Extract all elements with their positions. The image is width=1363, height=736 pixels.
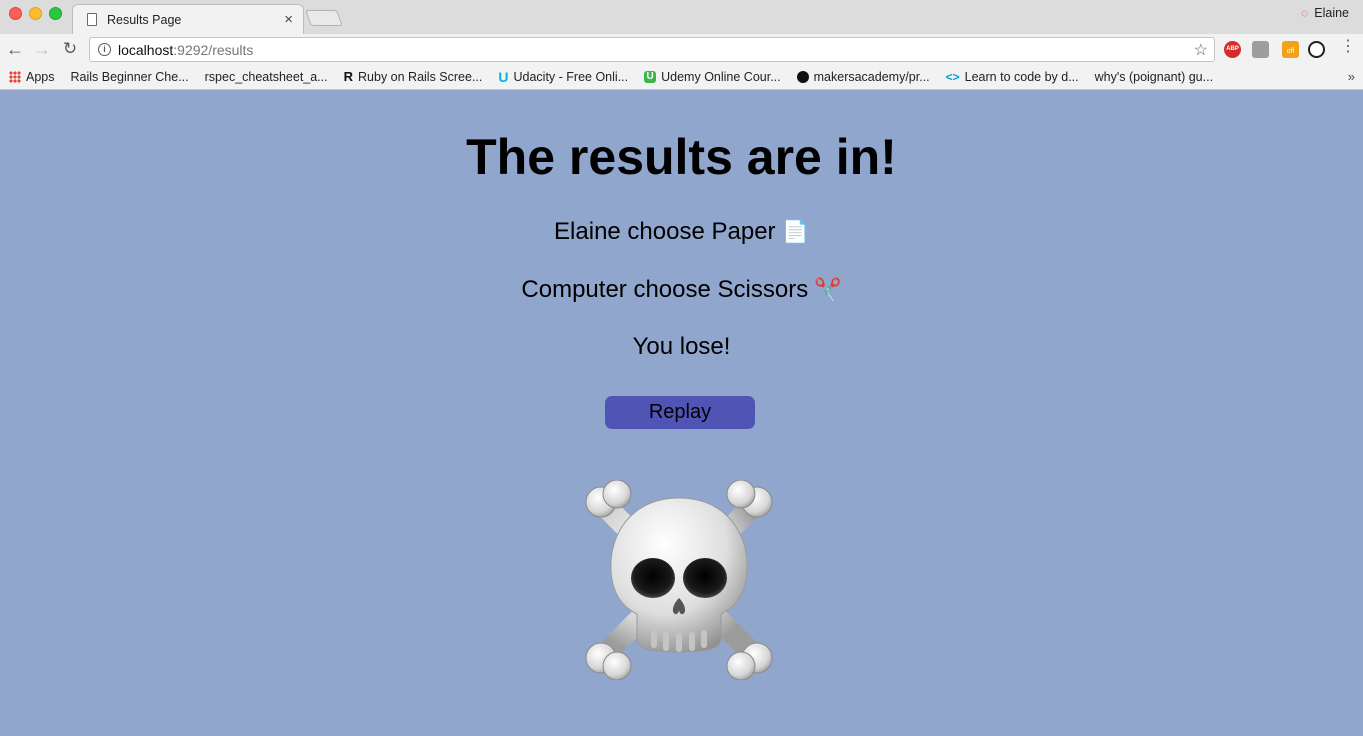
computer-choice: Computer choose Scissors ✂️ bbox=[0, 276, 1363, 304]
bookmark-label: Learn to code by d... bbox=[964, 70, 1079, 84]
page-icon bbox=[87, 13, 97, 26]
github-icon bbox=[796, 71, 809, 83]
sync-error-icon: ◌ bbox=[1301, 6, 1309, 20]
profile-name: Elaine bbox=[1314, 6, 1349, 20]
bookmark-label: Apps bbox=[26, 70, 55, 84]
game-outcome: You lose! bbox=[632, 333, 731, 360]
bookmark-ruby-on-rails[interactable]: R Ruby on Rails Scree... bbox=[344, 70, 483, 84]
adblock-plus-icon[interactable]: ABP bbox=[1224, 41, 1241, 58]
bookmark-label: rspec_cheatsheet_a... bbox=[204, 70, 328, 84]
bookmark-label: Rails Beginner Che... bbox=[70, 70, 189, 84]
replay-button[interactable]: Replay bbox=[605, 396, 755, 429]
url-host: localhost bbox=[118, 41, 174, 58]
bookmark-udacity[interactable]: U Udacity - Free Onli... bbox=[498, 70, 628, 84]
reload-icon[interactable]: ↻ bbox=[59, 38, 81, 60]
url-path: :9292/results bbox=[173, 41, 254, 58]
forward-arrow-icon[interactable]: → bbox=[31, 38, 53, 60]
paper-icon: 📄 bbox=[781, 219, 809, 244]
bookmark-label: Ruby on Rails Scree... bbox=[358, 70, 483, 84]
apps-grid-icon bbox=[9, 71, 21, 83]
computer-choice-text: Computer choose Scissors bbox=[521, 276, 809, 303]
bookmark-label: Udacity - Free Onli... bbox=[513, 70, 629, 84]
extension-icon[interactable] bbox=[1252, 41, 1269, 58]
tab-title: Results Page bbox=[107, 12, 182, 27]
tab-close-icon[interactable]: × bbox=[284, 12, 293, 27]
bookmark-udemy[interactable]: U Udemy Online Cour... bbox=[644, 70, 781, 84]
bookmark-learn-to-code[interactable]: <> Learn to code by d... bbox=[946, 70, 1079, 84]
bookmark-rails-beginner[interactable]: Rails Beginner Che... bbox=[0, 70, 189, 167]
bookmark-label: why's (poignant) gu... bbox=[1094, 70, 1214, 84]
close-window-button[interactable] bbox=[9, 7, 22, 20]
bookmark-apps[interactable]: Apps bbox=[9, 70, 55, 84]
new-tab-button[interactable] bbox=[305, 10, 343, 26]
udacity-icon: U bbox=[498, 69, 509, 85]
chrome-menu-icon[interactable]: ⋮ bbox=[1340, 39, 1356, 55]
player-choice: Elaine choose Paper 📄 bbox=[0, 218, 1363, 246]
scissors-icon: ✂️ bbox=[814, 277, 842, 302]
back-arrow-icon[interactable]: ← bbox=[4, 38, 26, 60]
panda-extension-icon[interactable] bbox=[1308, 41, 1325, 58]
tab-results-page[interactable]: Results Page × bbox=[72, 4, 304, 34]
profile-button[interactable]: ◌ Elaine bbox=[1301, 6, 1349, 20]
bookmark-rspec-cheatsheet[interactable]: rspec_cheatsheet_a... bbox=[0, 70, 328, 167]
minimize-window-button[interactable] bbox=[29, 7, 42, 20]
honey-off-icon[interactable]: off bbox=[1282, 41, 1299, 58]
results-page: The results are in! Elaine choose Paper 📄… bbox=[0, 90, 1363, 736]
zoom-window-button[interactable] bbox=[49, 7, 62, 20]
bookmark-label: Udemy Online Cour... bbox=[661, 70, 781, 84]
bookmarks-bar: Apps Rails Beginner Che... rspec_cheatsh… bbox=[0, 65, 1363, 167]
player-choice-text: Elaine choose Paper bbox=[554, 218, 776, 245]
browser-toolbar: ← → ↻ i localhost:9292/results ☆ ABP off… bbox=[0, 34, 1363, 65]
bookmark-whys-poignant[interactable]: why's (poignant) gu... bbox=[0, 70, 1214, 167]
skull-and-crossbones-icon bbox=[585, 480, 773, 680]
code-icon: <> bbox=[945, 70, 960, 84]
browser-titlebar: Results Page × ◌ Elaine bbox=[0, 0, 1363, 34]
bookmark-star-icon[interactable]: ☆ bbox=[1194, 40, 1208, 60]
info-icon[interactable]: i bbox=[98, 43, 111, 56]
bookmarks-overflow-icon[interactable]: » bbox=[1348, 69, 1355, 84]
bookmark-makersacademy[interactable]: makersacademy/pr... bbox=[796, 70, 930, 84]
address-bar[interactable]: i localhost:9292/results ☆ bbox=[89, 37, 1215, 62]
page-title: The results are in! bbox=[466, 129, 897, 185]
rails-icon: R bbox=[343, 69, 354, 84]
bookmark-label: makersacademy/pr... bbox=[813, 70, 930, 84]
udemy-icon: U bbox=[644, 71, 657, 83]
